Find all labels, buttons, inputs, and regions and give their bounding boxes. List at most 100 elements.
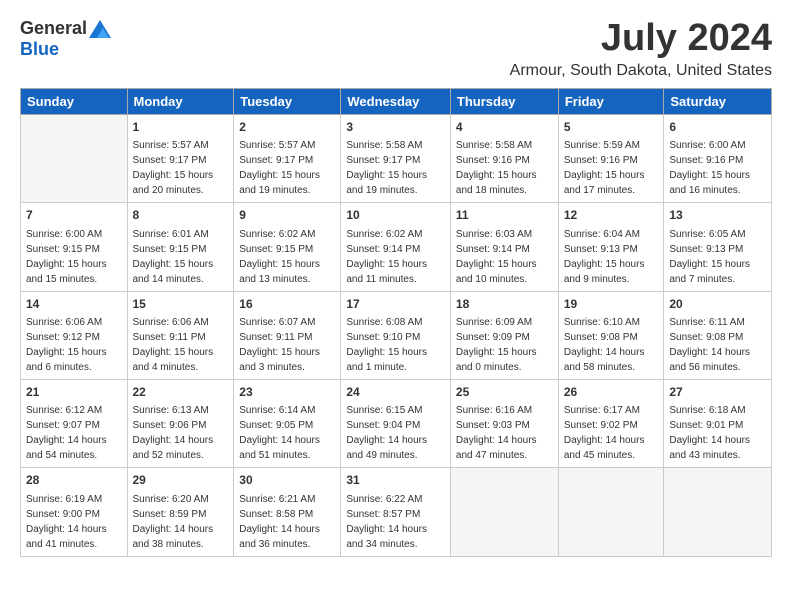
day-info: Sunrise: 6:15 AM Sunset: 9:04 PM Dayligh… xyxy=(346,403,445,463)
table-row: 7 Sunrise: 6:00 AM Sunset: 9:15 PM Daylig… xyxy=(21,203,128,291)
day-info: Sunrise: 6:00 AM Sunset: 9:16 PM Dayligh… xyxy=(669,138,766,198)
day-info: Sunrise: 6:07 AM Sunset: 9:11 PM Dayligh… xyxy=(239,315,335,375)
col-thursday: Thursday xyxy=(450,88,558,114)
table-row: 27 Sunrise: 6:18 AM Sunset: 9:01 PM Dayli… xyxy=(664,379,772,467)
table-row: 28Sunrise: 6:19 AM Sunset: 9:00 PM Dayli… xyxy=(21,468,128,556)
day-number: 5 xyxy=(564,119,659,136)
header: General Blue July 2024 Armour, South Dak… xyxy=(20,18,772,80)
day-info: Sunrise: 6:03 AM Sunset: 9:14 PM Dayligh… xyxy=(456,227,553,287)
calendar-header-row: Sunday Monday Tuesday Wednesday Thursday… xyxy=(21,88,772,114)
table-row xyxy=(558,468,664,556)
table-row: 31Sunrise: 6:22 AM Sunset: 8:57 PM Dayli… xyxy=(341,468,451,556)
day-number: 15 xyxy=(133,296,229,313)
title-block: July 2024 Armour, South Dakota, United S… xyxy=(510,18,772,80)
day-info: Sunrise: 5:57 AM Sunset: 9:17 PM Dayligh… xyxy=(239,138,335,198)
calendar-week-1: 1 Sunrise: 5:57 AM Sunset: 9:17 PM Daylig… xyxy=(21,114,772,202)
table-row: 20Sunrise: 6:11 AM Sunset: 9:08 PM Dayli… xyxy=(664,291,772,379)
day-info: Sunrise: 6:14 AM Sunset: 9:05 PM Dayligh… xyxy=(239,403,335,463)
day-info: Sunrise: 5:57 AM Sunset: 9:17 PM Dayligh… xyxy=(133,138,229,198)
day-info: Sunrise: 6:20 AM Sunset: 8:59 PM Dayligh… xyxy=(133,492,229,552)
table-row: 26 Sunrise: 6:17 AM Sunset: 9:02 PM Dayli… xyxy=(558,379,664,467)
day-info: Sunrise: 6:02 AM Sunset: 9:14 PM Dayligh… xyxy=(346,227,445,287)
table-row: 8Sunrise: 6:01 AM Sunset: 9:15 PM Daylig… xyxy=(127,203,234,291)
table-row: 9Sunrise: 6:02 AM Sunset: 9:15 PM Daylig… xyxy=(234,203,341,291)
table-row: 24 Sunrise: 6:15 AM Sunset: 9:04 PM Dayli… xyxy=(341,379,451,467)
table-row: 18 Sunrise: 6:09 AM Sunset: 9:09 PM Dayli… xyxy=(450,291,558,379)
day-info: Sunrise: 6:18 AM Sunset: 9:01 PM Dayligh… xyxy=(669,403,766,463)
logo-general: General xyxy=(20,18,87,39)
table-row: 10 Sunrise: 6:02 AM Sunset: 9:14 PM Dayli… xyxy=(341,203,451,291)
day-number: 2 xyxy=(239,119,335,136)
col-sunday: Sunday xyxy=(21,88,128,114)
day-number: 14 xyxy=(26,296,122,313)
table-row xyxy=(21,114,128,202)
main-title: July 2024 xyxy=(510,18,772,60)
day-number: 20 xyxy=(669,296,766,313)
calendar-week-2: 7 Sunrise: 6:00 AM Sunset: 9:15 PM Daylig… xyxy=(21,203,772,291)
day-info: Sunrise: 6:12 AM Sunset: 9:07 PM Dayligh… xyxy=(26,403,122,463)
table-row: 4Sunrise: 5:58 AM Sunset: 9:16 PM Daylig… xyxy=(450,114,558,202)
day-info: Sunrise: 6:22 AM Sunset: 8:57 PM Dayligh… xyxy=(346,492,445,552)
table-row: 30 Sunrise: 6:21 AM Sunset: 8:58 PM Dayli… xyxy=(234,468,341,556)
day-info: Sunrise: 6:09 AM Sunset: 9:09 PM Dayligh… xyxy=(456,315,553,375)
day-number: 3 xyxy=(346,119,445,136)
day-number: 22 xyxy=(133,384,229,401)
day-info: Sunrise: 6:10 AM Sunset: 9:08 PM Dayligh… xyxy=(564,315,659,375)
day-number: 6 xyxy=(669,119,766,136)
day-number: 28 xyxy=(26,472,122,489)
day-number: 21 xyxy=(26,384,122,401)
day-number: 11 xyxy=(456,207,553,224)
col-tuesday: Tuesday xyxy=(234,88,341,114)
table-row: 19 Sunrise: 6:10 AM Sunset: 9:08 PM Dayli… xyxy=(558,291,664,379)
day-number: 12 xyxy=(564,207,659,224)
day-info: Sunrise: 6:05 AM Sunset: 9:13 PM Dayligh… xyxy=(669,227,766,287)
table-row: 17 Sunrise: 6:08 AM Sunset: 9:10 PM Dayli… xyxy=(341,291,451,379)
day-number: 18 xyxy=(456,296,553,313)
day-info: Sunrise: 6:06 AM Sunset: 9:11 PM Dayligh… xyxy=(133,315,229,375)
table-row xyxy=(450,468,558,556)
day-number: 13 xyxy=(669,207,766,224)
day-info: Sunrise: 6:06 AM Sunset: 9:12 PM Dayligh… xyxy=(26,315,122,375)
table-row: 25Sunrise: 6:16 AM Sunset: 9:03 PM Dayli… xyxy=(450,379,558,467)
day-number: 23 xyxy=(239,384,335,401)
table-row: 15 Sunrise: 6:06 AM Sunset: 9:11 PM Dayli… xyxy=(127,291,234,379)
calendar-week-4: 21 Sunrise: 6:12 AM Sunset: 9:07 PM Dayli… xyxy=(21,379,772,467)
logo: General Blue xyxy=(20,18,111,60)
day-number: 26 xyxy=(564,384,659,401)
table-row: 29Sunrise: 6:20 AM Sunset: 8:59 PM Dayli… xyxy=(127,468,234,556)
day-info: Sunrise: 6:08 AM Sunset: 9:10 PM Dayligh… xyxy=(346,315,445,375)
table-row: 6 Sunrise: 6:00 AM Sunset: 9:16 PM Daylig… xyxy=(664,114,772,202)
day-info: Sunrise: 5:58 AM Sunset: 9:17 PM Dayligh… xyxy=(346,138,445,198)
day-number: 19 xyxy=(564,296,659,313)
calendar-week-3: 14 Sunrise: 6:06 AM Sunset: 9:12 PM Dayli… xyxy=(21,291,772,379)
day-number: 4 xyxy=(456,119,553,136)
day-number: 30 xyxy=(239,472,335,489)
day-number: 8 xyxy=(133,207,229,224)
day-info: Sunrise: 6:02 AM Sunset: 9:15 PM Dayligh… xyxy=(239,227,335,287)
day-info: Sunrise: 6:17 AM Sunset: 9:02 PM Dayligh… xyxy=(564,403,659,463)
table-row: 5Sunrise: 5:59 AM Sunset: 9:16 PM Daylig… xyxy=(558,114,664,202)
day-number: 1 xyxy=(133,119,229,136)
day-number: 10 xyxy=(346,207,445,224)
subtitle: Armour, South Dakota, United States xyxy=(510,62,772,80)
day-number: 27 xyxy=(669,384,766,401)
page: General Blue July 2024 Armour, South Dak… xyxy=(0,0,792,612)
col-wednesday: Wednesday xyxy=(341,88,451,114)
day-number: 7 xyxy=(26,207,122,224)
calendar: Sunday Monday Tuesday Wednesday Thursday… xyxy=(20,88,772,557)
day-info: Sunrise: 6:00 AM Sunset: 9:15 PM Dayligh… xyxy=(26,227,122,287)
table-row: 11 Sunrise: 6:03 AM Sunset: 9:14 PM Dayli… xyxy=(450,203,558,291)
table-row: 23 Sunrise: 6:14 AM Sunset: 9:05 PM Dayli… xyxy=(234,379,341,467)
table-row: 14 Sunrise: 6:06 AM Sunset: 9:12 PM Dayli… xyxy=(21,291,128,379)
day-info: Sunrise: 6:04 AM Sunset: 9:13 PM Dayligh… xyxy=(564,227,659,287)
day-number: 17 xyxy=(346,296,445,313)
day-info: Sunrise: 6:21 AM Sunset: 8:58 PM Dayligh… xyxy=(239,492,335,552)
day-number: 25 xyxy=(456,384,553,401)
table-row xyxy=(664,468,772,556)
logo-icon xyxy=(89,20,111,38)
logo-blue: Blue xyxy=(20,39,59,60)
day-number: 16 xyxy=(239,296,335,313)
table-row: 22Sunrise: 6:13 AM Sunset: 9:06 PM Dayli… xyxy=(127,379,234,467)
table-row: 16 Sunrise: 6:07 AM Sunset: 9:11 PM Dayli… xyxy=(234,291,341,379)
day-number: 24 xyxy=(346,384,445,401)
